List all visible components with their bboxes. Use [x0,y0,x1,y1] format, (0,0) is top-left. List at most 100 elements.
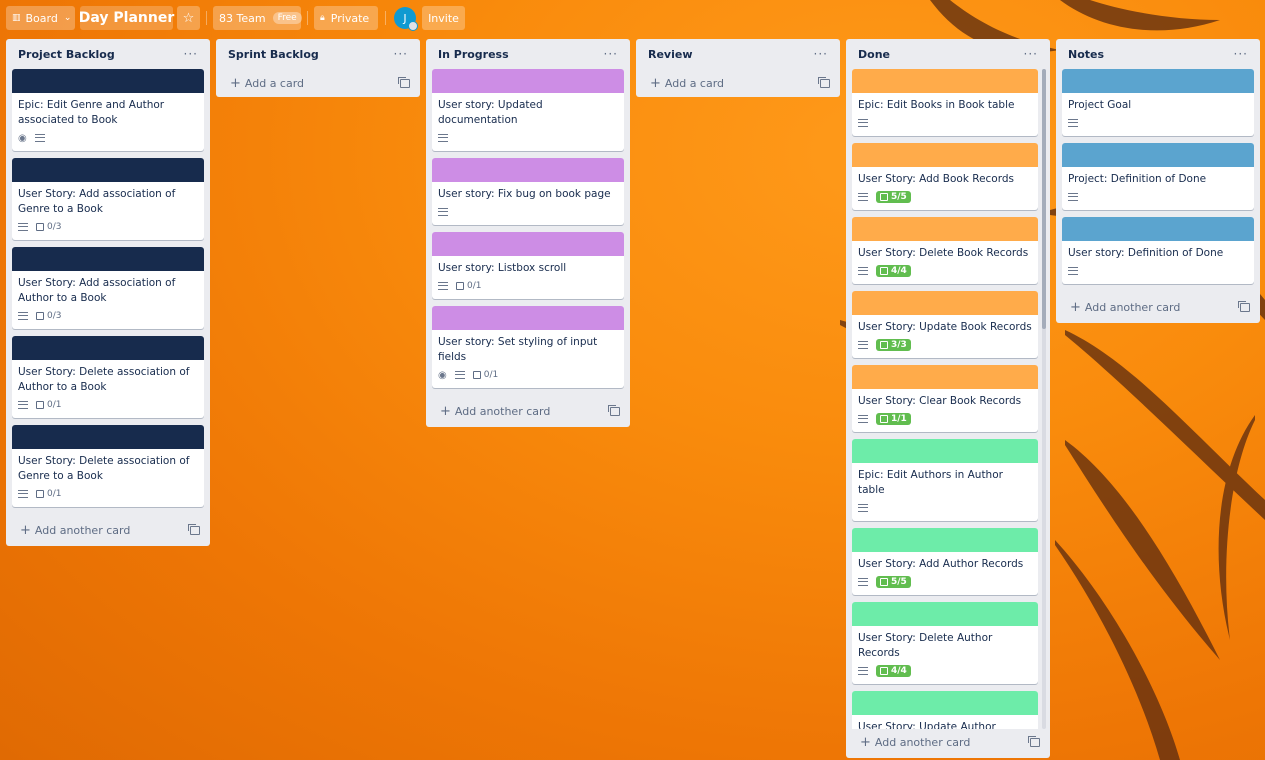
card[interactable]: User Story: Add association of Author to… [12,247,204,329]
card-title: User story: Fix bug on book page [438,188,611,200]
checklist-badge: 0/3 [36,222,61,232]
checkbox-icon [880,667,888,675]
star-board-button[interactable]: ☆ [177,6,200,30]
card[interactable]: User Story: Update Book Records 3/3 [852,291,1038,358]
card-label [852,365,1038,389]
checkbox-icon [36,490,44,498]
description-icon [858,667,868,675]
add-card-button[interactable]: + Add a card [650,76,724,91]
list-menu-icon[interactable]: ··· [604,47,618,61]
scrollbar-thumb[interactable] [1042,69,1046,329]
board-button-label: Board [25,11,58,25]
avatar[interactable]: J [394,7,418,31]
list-notes: Notes ··· Project Goal Project: Definitio… [1056,39,1260,323]
card-label [12,425,204,449]
card-template-icon[interactable] [1028,735,1040,747]
header-divider [385,11,386,25]
checklist-badge: 4/4 [876,265,911,277]
card[interactable]: Epic: Edit Genre and Author associated t… [12,69,204,151]
card-label [12,247,204,271]
card-title: User Story: Update Book Records [858,321,1032,333]
list-header: Notes ··· [1056,39,1260,69]
card[interactable]: Project: Definition of Done [1062,143,1254,210]
list-scrollbar[interactable] [1042,69,1046,729]
card-template-icon[interactable] [608,404,620,416]
description-icon [858,193,868,201]
add-card-button[interactable]: + Add another card [1070,300,1180,315]
checklist-count: 5/5 [891,192,907,202]
card[interactable]: User story: Fix bug on book page [432,158,624,225]
card-label [12,69,204,93]
checklist-badge: 0/1 [472,370,498,380]
checklist-count: 0/1 [47,400,62,410]
visibility-button[interactable]: 🔒︎ Private [314,6,378,30]
card-badges [1062,115,1254,136]
board-title[interactable]: Day Planner [79,6,174,30]
list-menu-icon[interactable]: ··· [1024,47,1038,61]
description-icon [18,490,28,498]
add-card-button[interactable]: + Add another card [20,523,130,538]
checklist-badge: 0/3 [36,311,61,321]
list-menu-icon[interactable]: ··· [814,47,828,61]
card-label [1062,217,1254,241]
card-template-icon[interactable] [188,523,200,535]
list-title[interactable]: Project Backlog [18,48,115,61]
plus-icon: + [20,522,31,538]
invite-button[interactable]: Invite [422,6,465,30]
add-card-button[interactable]: + Add another card [860,735,970,750]
card-label [12,158,204,182]
list-menu-icon[interactable]: ··· [394,47,408,61]
card-label [1062,69,1254,93]
card[interactable]: User story: Listbox scroll 0/1 [432,232,624,299]
description-icon [1068,193,1078,201]
card[interactable]: User story: Set styling of input fields ◉… [432,306,624,388]
card[interactable]: Epic: Edit Books in Book table [852,69,1038,136]
header-divider [307,11,308,25]
checkbox-icon [880,267,888,275]
card[interactable]: User Story: Delete Book Records 4/4 [852,217,1038,284]
card-title: User story: Updated documentation [438,99,543,126]
description-icon [438,208,448,216]
checklist-count: 0/3 [47,222,62,232]
list-header: Sprint Backlog ··· [216,39,420,69]
add-card-label: Add another card [34,523,131,537]
card[interactable]: Project Goal [1062,69,1254,136]
card-template-icon[interactable] [398,76,410,88]
card-container: Epic: Edit Books in Book table User Story… [846,69,1050,729]
list-sprint-backlog: Sprint Backlog ··· + Add a card [216,39,420,97]
team-button[interactable]: 83 Team Free [213,6,302,30]
card[interactable]: User story: Updated documentation [432,69,624,151]
card-badges [432,204,624,225]
list-title[interactable]: Notes [1068,48,1104,61]
card[interactable]: User Story: Add association of Genre to … [12,158,204,240]
card[interactable]: User Story: Clear Book Records 1/1 [852,365,1038,432]
card[interactable]: User Story: Delete association of Author… [12,336,204,418]
card[interactable]: User Story: Add Book Records 5/5 [852,143,1038,210]
description-icon [18,401,28,409]
add-card-button[interactable]: + Add a card [230,76,304,91]
card-template-icon[interactable] [818,76,830,88]
card[interactable]: Epic: Edit Authors in Author table [852,439,1038,521]
card-title: Project: Definition of Done [1068,173,1207,185]
card-badges: 3/3 [852,337,1038,358]
card-badges: 4/4 [852,263,1038,284]
add-card-button[interactable]: + Add another card [440,404,550,419]
list-title[interactable]: Done [858,48,890,61]
list-title[interactable]: Sprint Backlog [228,48,319,61]
card[interactable]: User Story: Delete Author Records 4/4 [852,602,1038,684]
list-title[interactable]: Review [648,48,693,61]
card[interactable]: User Story: Update Author Records3/3 [852,691,1038,729]
card-template-icon[interactable] [1238,300,1250,312]
board-view-switcher[interactable]: ▥ Board ⌄ [6,6,75,30]
list-title[interactable]: In Progress [438,48,509,61]
list-menu-icon[interactable]: ··· [1234,47,1248,61]
list-header: Project Backlog ··· [6,39,210,69]
list-footer: + Add another card [426,395,630,427]
card-label [852,602,1038,626]
card[interactable]: User story: Definition of Done [1062,217,1254,284]
card-title: User Story: Clear Book Records [858,395,1022,407]
list-menu-icon[interactable]: ··· [184,47,198,61]
card[interactable]: User Story: Add Author Records 5/5 [852,528,1038,595]
description-icon [18,223,28,231]
card[interactable]: User Story: Delete association of Genre … [12,425,204,507]
